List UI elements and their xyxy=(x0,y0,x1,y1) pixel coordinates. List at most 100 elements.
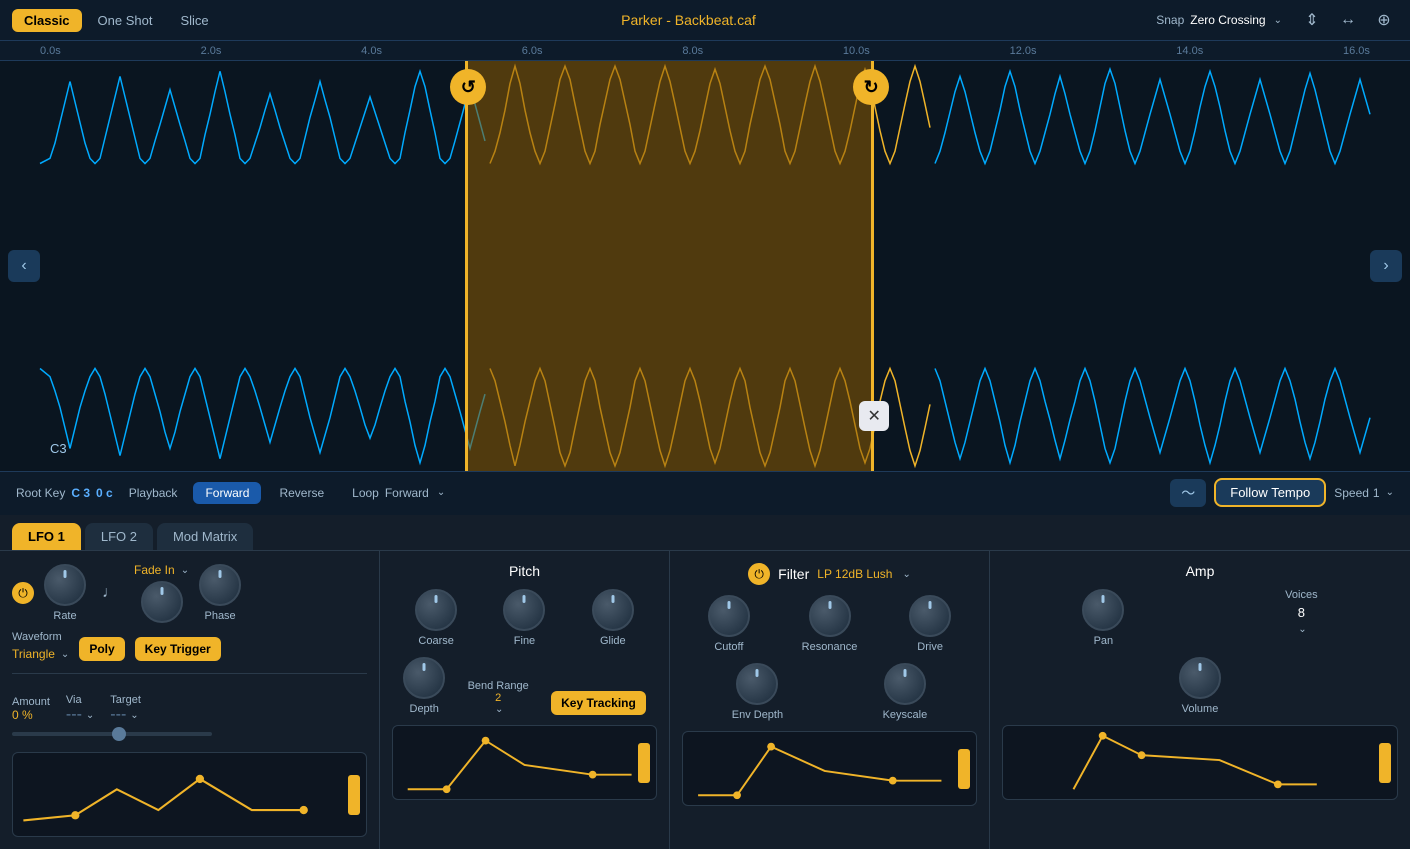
filter-title: Filter xyxy=(778,566,809,582)
voices-area: Voices 8 ⌄ xyxy=(1285,589,1317,647)
reverse-button[interactable]: Reverse xyxy=(267,482,336,504)
waveform-area[interactable]: ‹ › ↺ ↻ ✕ C3 xyxy=(0,61,1410,471)
lfo-power-button[interactable]: ⏻ xyxy=(12,582,34,604)
bend-range-value[interactable]: 2 xyxy=(495,692,501,704)
tab-mod-matrix[interactable]: Mod Matrix xyxy=(157,523,253,550)
fade-knob[interactable] xyxy=(141,581,183,623)
marker-8: 16.0s xyxy=(1343,45,1370,57)
rate-label: Rate xyxy=(53,610,76,622)
filter-envdepth-label: Env Depth xyxy=(732,709,783,721)
pitch-title: Pitch xyxy=(392,563,657,579)
snap-value[interactable]: Zero Crossing xyxy=(1190,13,1265,27)
resize-icon-button[interactable]: ⇕ xyxy=(1298,6,1326,34)
filter-drive-knob[interactable] xyxy=(909,595,951,637)
bottom-controls: Root Key C 3 0 c Playback Forward Revers… xyxy=(0,471,1410,513)
follow-tempo-button[interactable]: Follow Tempo xyxy=(1214,478,1326,507)
slice-mode-button[interactable]: Slice xyxy=(168,9,220,32)
amount-slider-thumb[interactable] xyxy=(112,727,126,741)
amount-slider[interactable] xyxy=(12,732,212,736)
fade-value: Fade In xyxy=(134,563,175,577)
filter-envelope xyxy=(682,731,977,806)
marker-7: 14.0s xyxy=(1176,45,1203,57)
loop-overlay[interactable]: ↺ ↻ ✕ xyxy=(465,61,874,471)
nav-left-arrow[interactable]: ‹ xyxy=(8,250,40,282)
tab-lfo2[interactable]: LFO 2 xyxy=(85,523,153,550)
pitch-coarse-label: Coarse xyxy=(418,635,453,647)
waveform-icon-button[interactable]: 〜 xyxy=(1170,479,1206,507)
amp-knobs-row1: Pan Voices 8 ⌄ xyxy=(1002,589,1398,647)
keytrigger-button[interactable]: Key Trigger xyxy=(135,637,221,661)
filter-power-button[interactable]: ⏻ xyxy=(748,563,770,585)
filter-type-value[interactable]: LP 12dB Lush xyxy=(817,567,892,581)
oneshot-mode-button[interactable]: One Shot xyxy=(86,9,165,32)
pitch-glide-knob[interactable] xyxy=(592,589,634,631)
poly-button[interactable]: Poly xyxy=(79,637,124,661)
via-label: Via xyxy=(66,694,94,706)
more-icon-button[interactable]: ⊕ xyxy=(1370,6,1398,34)
via-dropdown[interactable]: ⌄ xyxy=(86,710,94,721)
pitch-fine-knob[interactable] xyxy=(503,589,545,631)
loop-dropdown-arrow[interactable]: ⌄ xyxy=(437,487,445,498)
pitch-coarse-knob[interactable] xyxy=(415,589,457,631)
loop-end-handle[interactable]: ↻ xyxy=(853,69,889,105)
pitch-depth-label: Depth xyxy=(410,703,439,715)
snap-area: Snap Zero Crossing ⌄ xyxy=(1156,13,1282,27)
top-icons: ⇕ ↔ ⊕ xyxy=(1298,6,1398,34)
amp-pan-knob[interactable] xyxy=(1082,589,1124,631)
root-key-value[interactable]: C 3 xyxy=(71,486,90,500)
timeline: 0.0s 2.0s 4.0s 6.0s 8.0s 10.0s 12.0s 14.… xyxy=(0,41,1410,61)
target-label: Target xyxy=(110,694,141,706)
bend-range-label: Bend Range xyxy=(468,680,529,692)
tab-lfo1[interactable]: LFO 1 xyxy=(12,523,81,550)
filter-knobs-row1: Cutoff Resonance Drive xyxy=(682,595,977,653)
amp-volume-knob[interactable] xyxy=(1179,657,1221,699)
cents-value[interactable]: 0 c xyxy=(96,486,113,500)
nav-right-arrow[interactable]: › xyxy=(1370,250,1402,282)
forward-button[interactable]: Forward xyxy=(193,482,261,504)
filter-resonance-knob[interactable] xyxy=(809,595,851,637)
rate-knob[interactable] xyxy=(44,564,86,606)
marker-0: 0.0s xyxy=(40,45,61,57)
note-icon-button[interactable]: ♩ xyxy=(96,579,124,607)
waveform-value: Triangle xyxy=(12,647,55,661)
amount-label: Amount xyxy=(12,696,50,708)
filter-cutoff-knob[interactable] xyxy=(708,595,750,637)
pitch-depth-knob[interactable] xyxy=(403,657,445,699)
loop-close-button[interactable]: ✕ xyxy=(859,401,889,431)
marker-6: 12.0s xyxy=(1010,45,1037,57)
bend-range-area: Bend Range 2 ⌄ xyxy=(468,680,529,715)
amp-section: Amp Pan Voices 8 ⌄ Volume xyxy=(990,551,1410,849)
filter-envelope-svg xyxy=(683,732,976,805)
lfo-section: ⏻ Rate ♩ Fade In ⌄ Phase xyxy=(0,551,380,849)
speed-dropdown-arrow[interactable]: ⌄ xyxy=(1386,487,1394,498)
filter-keyscale-knob[interactable] xyxy=(884,663,926,705)
amount-value: 0 % xyxy=(12,708,50,722)
target-dropdown[interactable]: ⌄ xyxy=(130,710,138,721)
rate-knob-group: Rate xyxy=(44,564,86,622)
filter-env-rect xyxy=(958,749,970,789)
bend-dropdown[interactable]: ⌄ xyxy=(495,704,503,715)
synth-panel: LFO 1 LFO 2 Mod Matrix ⏻ Rate ♩ Fade In … xyxy=(0,513,1410,849)
key-tracking-button[interactable]: Key Tracking xyxy=(551,691,646,715)
amp-volume-label: Volume xyxy=(1182,703,1219,715)
root-key-label: Root Key xyxy=(16,486,65,500)
loop-start-handle[interactable]: ↺ xyxy=(450,69,486,105)
snap-dropdown-arrow[interactable]: ⌄ xyxy=(1274,15,1282,26)
phase-knob[interactable] xyxy=(199,564,241,606)
expand-icon-button[interactable]: ↔ xyxy=(1334,6,1362,34)
lfo-envelope-svg xyxy=(13,753,366,836)
filter-envdepth-knob[interactable] xyxy=(736,663,778,705)
classic-mode-button[interactable]: Classic xyxy=(12,9,82,32)
lfo-env-rect xyxy=(348,775,360,815)
marker-5: 10.0s xyxy=(843,45,870,57)
loop-value[interactable]: Forward xyxy=(385,486,429,500)
voices-value[interactable]: 8 xyxy=(1298,605,1305,620)
voices-label: Voices xyxy=(1285,589,1317,601)
waveform-selector[interactable]: Triangle ⌄ xyxy=(12,647,69,661)
playback-buttons: Forward Reverse xyxy=(193,482,336,504)
fade-selector[interactable]: Fade In ⌄ xyxy=(134,563,189,577)
voices-dropdown[interactable]: ⌄ xyxy=(1298,624,1306,635)
fade-dropdown[interactable]: ⌄ xyxy=(181,565,189,576)
filter-type-dropdown[interactable]: ⌄ xyxy=(902,569,910,580)
waveform-dropdown[interactable]: ⌄ xyxy=(61,649,69,660)
